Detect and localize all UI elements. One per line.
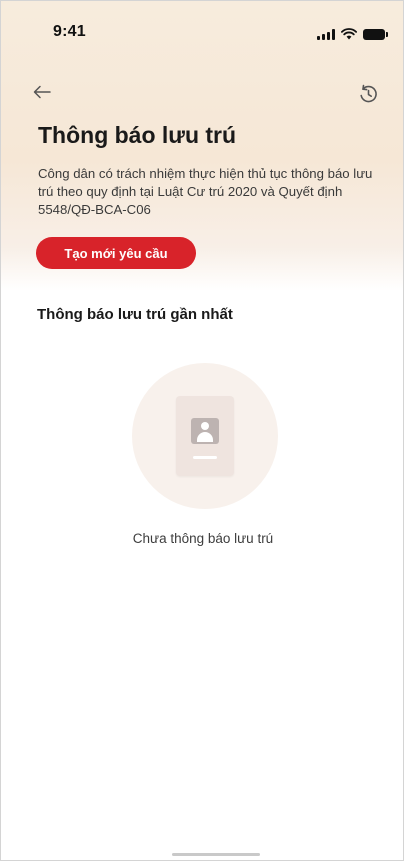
status-bar: 9:41 [1, 1, 403, 61]
page-title: Thông báo lưu trú [38, 122, 237, 148]
wifi-icon [341, 28, 357, 40]
app-screen: 9:41 Thông báo lưu trú Công dân có trách… [0, 0, 404, 861]
back-button[interactable] [29, 81, 55, 103]
empty-state-message: Chưa thông báo lưu trú [132, 531, 274, 546]
battery-icon [363, 29, 388, 40]
create-request-button[interactable]: Tạo mới yêu cầu [36, 237, 196, 269]
status-icons [317, 26, 388, 40]
empty-state-illustration [132, 363, 278, 509]
signal-icon [317, 29, 335, 40]
document-line [193, 456, 217, 459]
home-indicator[interactable] [172, 853, 260, 856]
document-avatar-icon [176, 396, 234, 476]
history-button[interactable] [355, 81, 381, 107]
avatar-placeholder [191, 418, 219, 444]
history-icon [360, 84, 377, 103]
status-time: 9:41 [53, 23, 86, 40]
arrow-left-icon [33, 85, 51, 99]
page-description: Công dân có trách nhiệm thực hiện thủ tụ… [38, 166, 373, 217]
section-title: Thông báo lưu trú gần nhất [37, 306, 233, 323]
